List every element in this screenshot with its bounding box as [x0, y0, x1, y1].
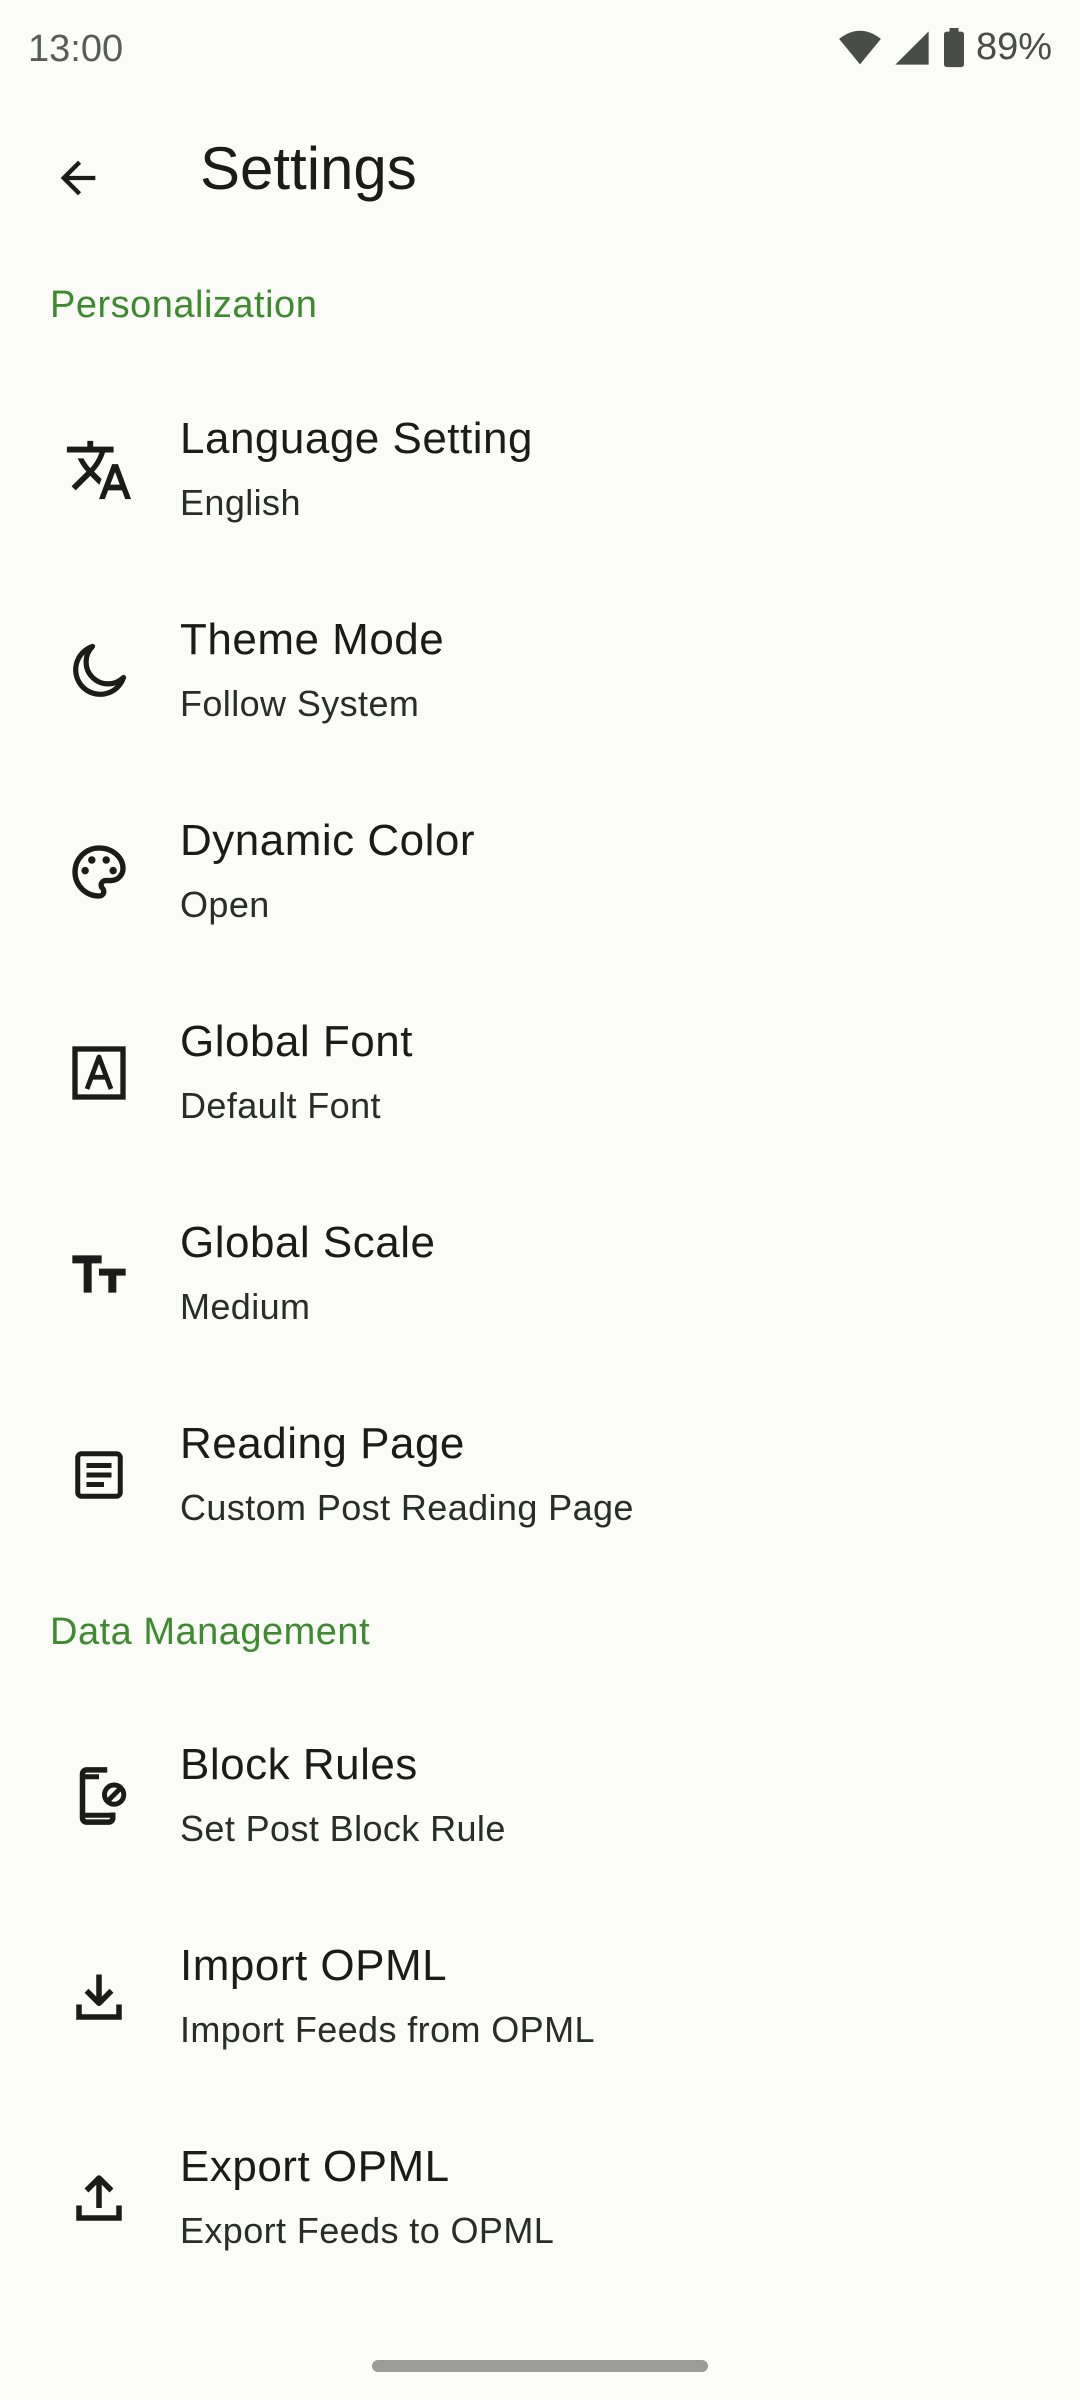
setting-item-reading-page[interactable]: Reading Page Custom Post Reading Page — [0, 1375, 1080, 1575]
setting-title: Reading Page — [180, 1419, 465, 1468]
palette-icon — [64, 837, 134, 907]
article-icon — [64, 1440, 134, 1510]
setting-item-theme-mode[interactable]: Theme Mode Follow System — [0, 571, 1080, 771]
setting-title: Import OPML — [180, 1941, 448, 1990]
home-indicator[interactable] — [372, 2360, 708, 2372]
setting-item-language[interactable]: Language Setting English — [0, 370, 1080, 570]
setting-item-global-font[interactable]: Global Font Default Font — [0, 973, 1080, 1173]
wifi-icon — [839, 30, 881, 64]
setting-title: Dynamic Color — [180, 816, 476, 865]
setting-item-dynamic-color[interactable]: Dynamic Color Open — [0, 772, 1080, 972]
setting-subtitle: Medium — [180, 1286, 311, 1327]
upload-icon — [64, 2163, 134, 2233]
status-bar: 13:00 89% — [0, 0, 1080, 100]
setting-title: Block Rules — [180, 1740, 418, 1789]
status-icons: 89% — [838, 26, 1052, 69]
setting-title: Export OPML — [180, 2142, 450, 2191]
setting-subtitle: Open — [180, 884, 270, 925]
page-title: Settings — [200, 135, 417, 202]
arrow-back-icon — [60, 160, 96, 196]
status-time: 13:00 — [28, 28, 124, 70]
setting-subtitle: Set Post Block Rule — [180, 1808, 506, 1849]
setting-subtitle: Export Feeds to OPML — [180, 2210, 555, 2251]
top-app-bar: Settings — [0, 110, 1080, 222]
download-icon — [64, 1962, 134, 2032]
setting-subtitle: Default Font — [180, 1085, 381, 1126]
setting-item-import-opml[interactable]: Import OPML Import Feeds from OPML — [0, 1897, 1080, 2097]
setting-title: Theme Mode — [180, 615, 445, 664]
setting-subtitle: Custom Post Reading Page — [180, 1487, 634, 1528]
text-size-icon — [64, 1239, 134, 1309]
setting-subtitle: English — [180, 482, 301, 523]
battery-icon — [943, 27, 964, 67]
setting-item-block-rules[interactable]: Block Rules Set Post Block Rule — [0, 1696, 1080, 1896]
setting-item-export-opml[interactable]: Export OPML Export Feeds to OPML — [0, 2098, 1080, 2298]
section-header-data-management: Data Management — [50, 1611, 371, 1653]
battery-percent: 89% — [975, 26, 1052, 68]
back-button[interactable] — [30, 130, 126, 226]
setting-subtitle: Follow System — [180, 683, 420, 724]
setting-title: Language Setting — [180, 414, 533, 463]
setting-title: Global Scale — [180, 1218, 436, 1267]
moon-icon — [64, 636, 134, 706]
setting-item-global-scale[interactable]: Global Scale Medium — [0, 1174, 1080, 1374]
font-box-icon — [64, 1038, 134, 1108]
setting-title: Global Font — [180, 1017, 413, 1066]
phone-block-icon — [64, 1761, 134, 1831]
cellular-signal-icon — [895, 30, 929, 65]
section-header-personalization: Personalization — [50, 284, 318, 326]
setting-subtitle: Import Feeds from OPML — [180, 2009, 595, 2050]
translate-icon — [64, 435, 134, 505]
